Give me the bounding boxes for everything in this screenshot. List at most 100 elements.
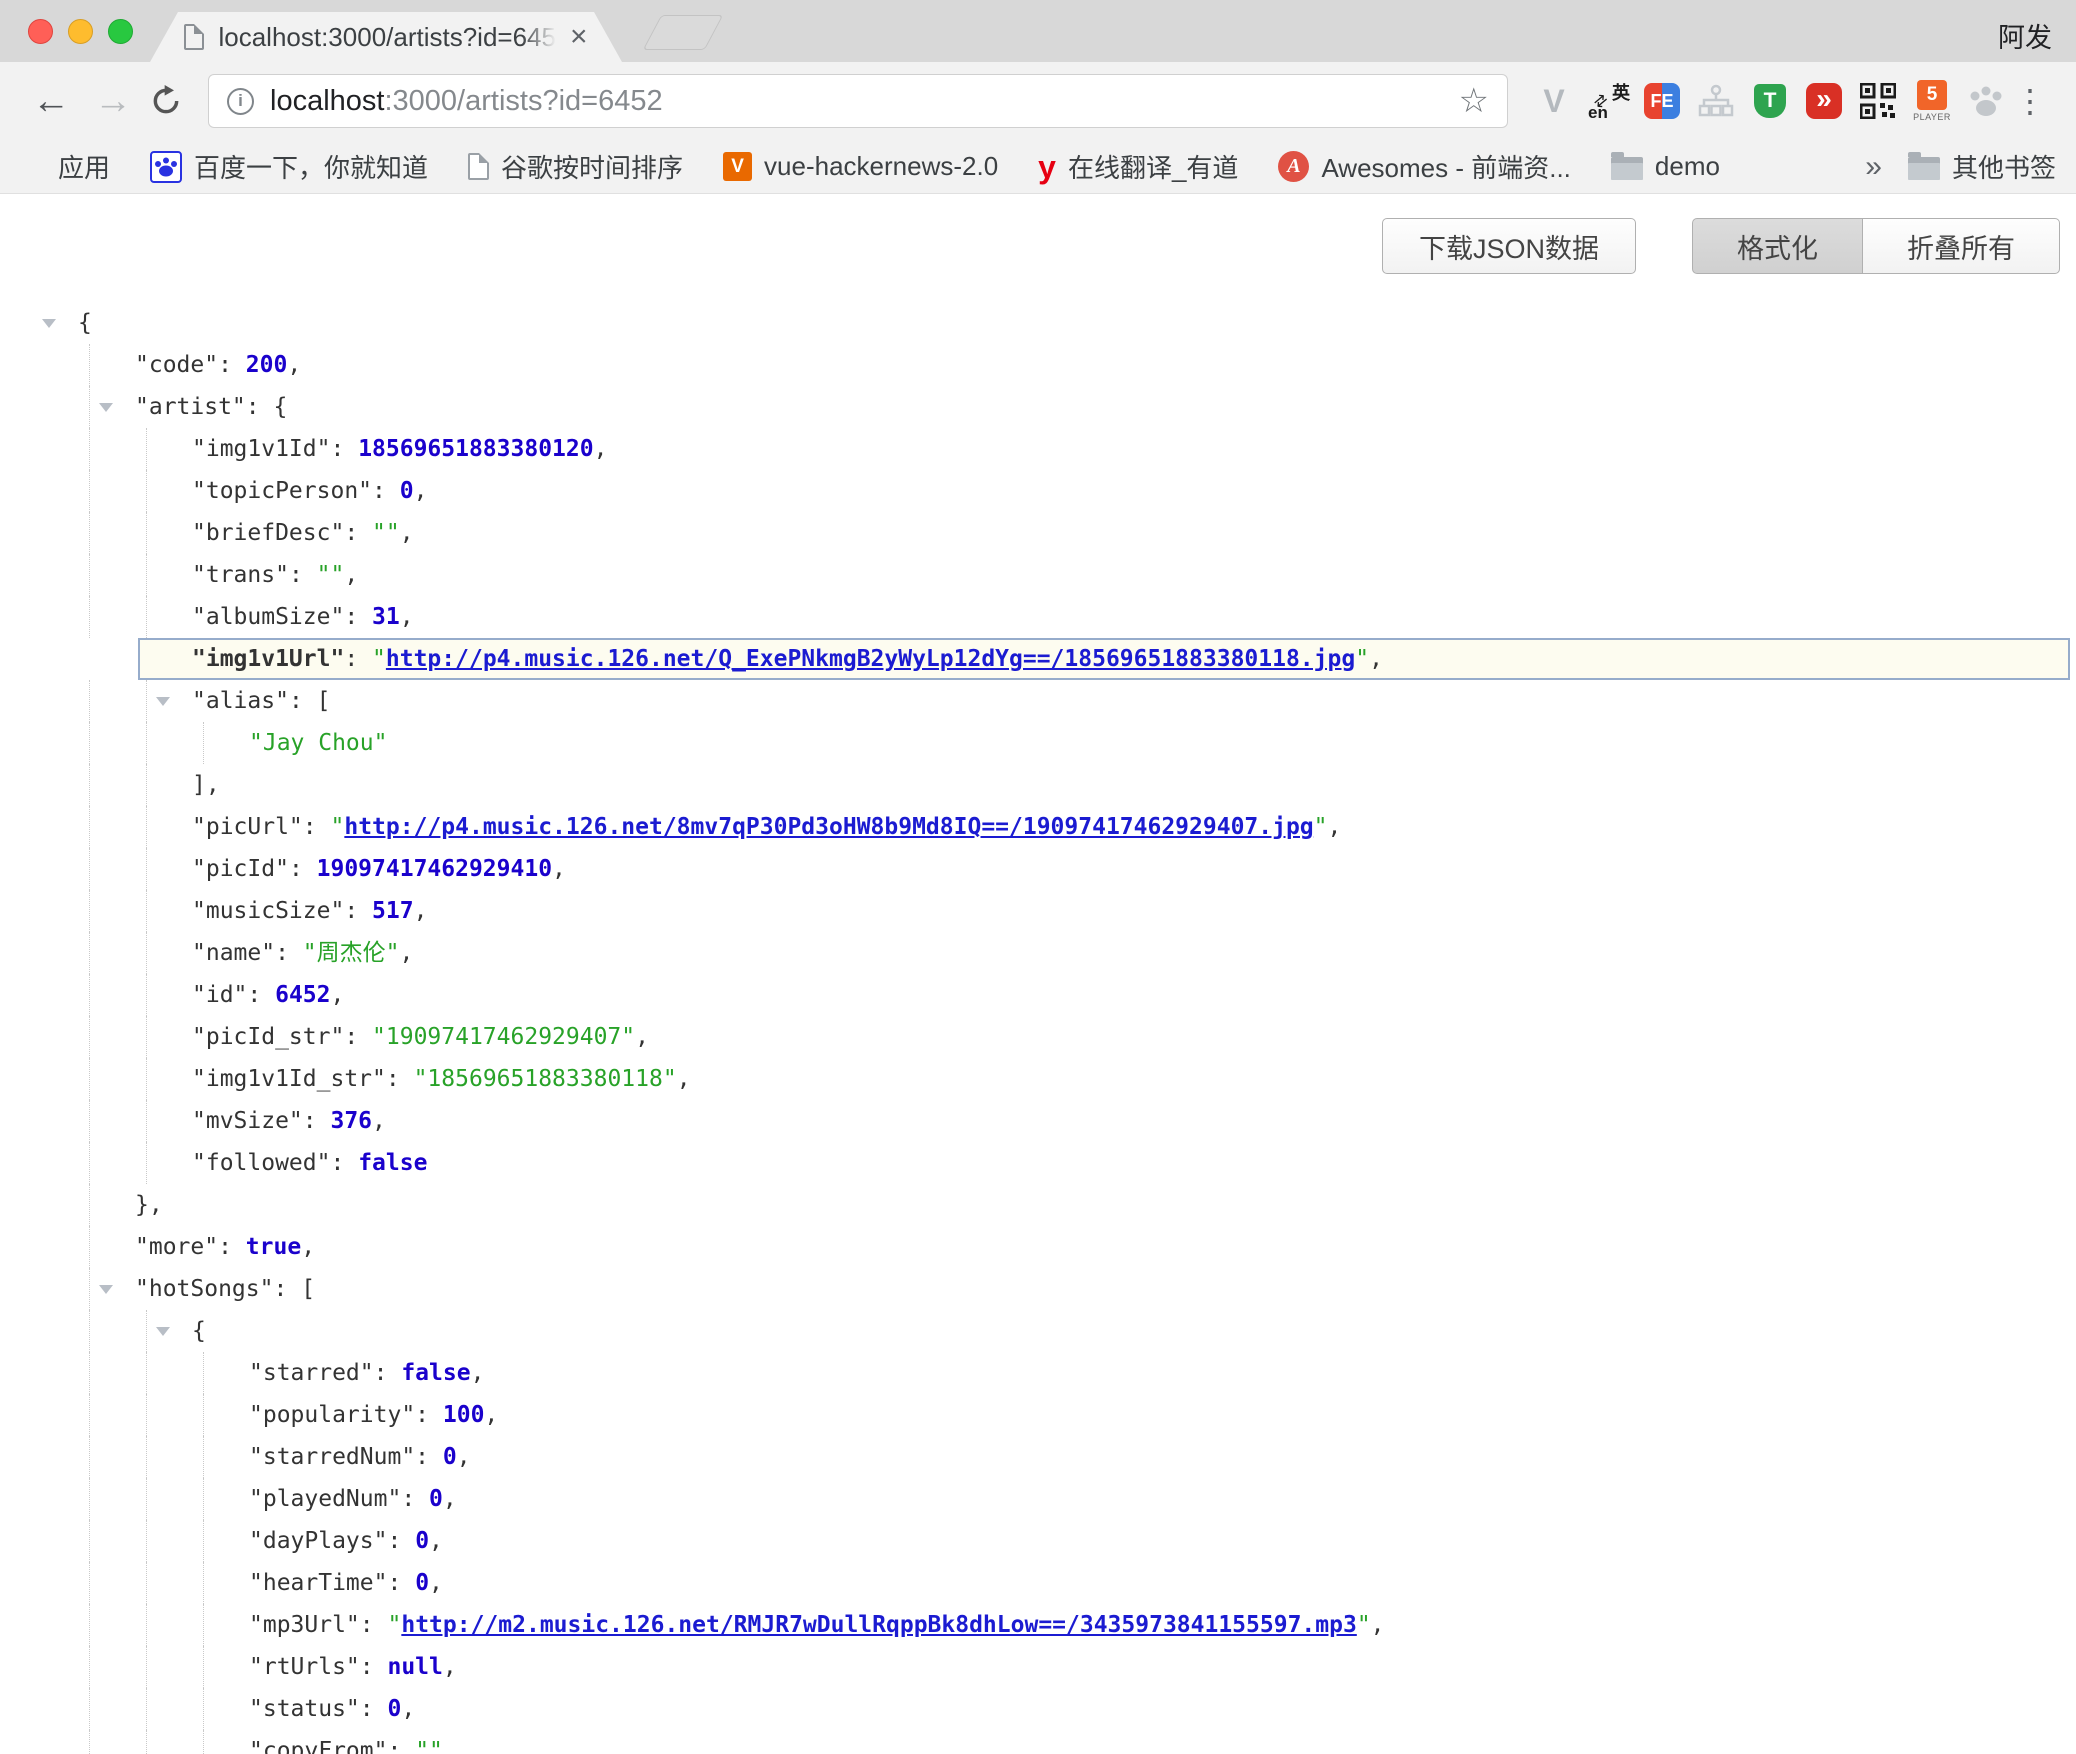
json-text: , bbox=[471, 1360, 485, 1386]
bookmark-demo-folder[interactable]: demo bbox=[1611, 151, 1720, 182]
browser-menu-icon[interactable]: ⋮ bbox=[2008, 82, 2056, 120]
tab-close-icon[interactable]: × bbox=[570, 22, 588, 52]
json-url-link[interactable]: http://p4.music.126.net/Q_ExePNkmgB2yWyL… bbox=[386, 646, 1355, 672]
json-text: , bbox=[287, 352, 301, 378]
collapse-toggle-icon[interactable] bbox=[156, 1327, 170, 1336]
indent-guide bbox=[203, 1562, 204, 1604]
back-icon[interactable]: ← bbox=[20, 82, 82, 120]
json-value: 200 bbox=[246, 352, 288, 378]
collapse-toggle-icon[interactable] bbox=[99, 403, 113, 412]
paw-icon[interactable] bbox=[1964, 77, 2008, 125]
json-text: : bbox=[330, 436, 358, 462]
json-key: "picId_str" bbox=[192, 1024, 344, 1050]
json-row: ], bbox=[0, 764, 2076, 806]
json-text: " bbox=[387, 1612, 401, 1638]
maximize-window-button[interactable] bbox=[108, 19, 133, 44]
json-row: "code": 200, bbox=[0, 344, 2076, 386]
json-row: "albumSize": 31, bbox=[0, 596, 2076, 638]
vue-devtools-icon[interactable]: V bbox=[1532, 77, 1576, 125]
json-row: "trans": "", bbox=[0, 554, 2076, 596]
collapse-toggle-icon[interactable] bbox=[156, 697, 170, 706]
json-key: "playedNum" bbox=[249, 1486, 401, 1512]
json-text: , bbox=[457, 1444, 471, 1470]
bookmark-baidu[interactable]: 百度一下，你就知道 bbox=[150, 148, 428, 185]
url-text: localhost:3000/artists?id=6452 bbox=[270, 85, 1447, 118]
translate-icon[interactable]: 英 ⇄ en bbox=[1586, 77, 1630, 125]
json-row: "picUrl": "http://p4.music.126.net/8mv7q… bbox=[0, 806, 2076, 848]
indent-guide bbox=[89, 1016, 90, 1058]
bookmark-apps[interactable]: 应用 bbox=[20, 148, 110, 185]
json-value: null bbox=[387, 1654, 442, 1680]
indent-guide bbox=[89, 1058, 90, 1100]
json-key: "trans" bbox=[192, 562, 289, 588]
json-text: : bbox=[360, 1654, 388, 1680]
fe-icon[interactable]: FE bbox=[1640, 77, 1684, 125]
indent-guide bbox=[146, 512, 147, 554]
info-icon[interactable]: i bbox=[227, 88, 254, 115]
json-value: 517 bbox=[372, 898, 414, 924]
address-bar[interactable]: i localhost:3000/artists?id=6452 ☆ bbox=[208, 74, 1508, 128]
other-bookmarks-folder[interactable]: 其他书签 bbox=[1908, 148, 2056, 185]
json-key: "img1v1Url" bbox=[192, 646, 344, 672]
collapse-all-button[interactable]: 折叠所有 bbox=[1863, 218, 2060, 274]
json-text: : bbox=[246, 394, 274, 420]
json-key: "briefDesc" bbox=[192, 520, 344, 546]
indent-guide bbox=[203, 1688, 204, 1730]
bookmark-awesomes[interactable]: A Awesomes - 前端资... bbox=[1278, 148, 1570, 185]
json-text: " bbox=[372, 646, 386, 672]
json-value: 0 bbox=[443, 1444, 457, 1470]
indent-guide bbox=[89, 386, 90, 428]
fast-forward-icon[interactable]: » bbox=[1802, 77, 1846, 125]
bookmarks-overflow-icon[interactable]: » bbox=[1865, 150, 1882, 184]
collapse-toggle-icon[interactable] bbox=[99, 1285, 113, 1294]
json-text: : bbox=[344, 604, 372, 630]
json-viewer: {"code": 200,"artist": {"img1v1Id": 1856… bbox=[0, 302, 2076, 1754]
format-button[interactable]: 格式化 bbox=[1692, 218, 1863, 274]
indent-guide bbox=[203, 1604, 204, 1646]
json-value: "Jay Chou" bbox=[249, 730, 387, 756]
json-url-link[interactable]: http://m2.music.126.net/RMJR7wDullRqppBk… bbox=[401, 1612, 1356, 1638]
traffic-lights bbox=[28, 19, 133, 44]
indent-guide bbox=[89, 1142, 90, 1184]
indent-guide bbox=[89, 428, 90, 470]
bookmark-google-time-sort[interactable]: 谷歌按时间排序 bbox=[468, 148, 683, 185]
json-key: "popularity" bbox=[249, 1402, 415, 1428]
indent-guide bbox=[89, 806, 90, 848]
html5-player-icon[interactable]: 5 PLAYER bbox=[1910, 77, 1954, 125]
json-text: , bbox=[414, 478, 428, 504]
json-value: false bbox=[358, 1150, 427, 1176]
profile-button[interactable]: 阿发 bbox=[1998, 16, 2052, 55]
collapse-toggle-icon[interactable] bbox=[42, 319, 56, 328]
json-value: 100 bbox=[443, 1402, 485, 1428]
json-value: 18569651883380120 bbox=[358, 436, 593, 462]
qr-code-icon[interactable] bbox=[1856, 77, 1900, 125]
new-tab-button[interactable] bbox=[643, 15, 724, 50]
json-text: : bbox=[360, 1612, 388, 1638]
json-value: false bbox=[401, 1360, 470, 1386]
tampermonkey-icon[interactable]: T bbox=[1748, 77, 1792, 125]
sitemap-icon[interactable] bbox=[1694, 77, 1738, 125]
json-key: "dayPlays" bbox=[249, 1528, 387, 1554]
baidu-paw-icon bbox=[150, 151, 182, 183]
json-text: " bbox=[1357, 1612, 1371, 1638]
indent-guide bbox=[203, 1394, 204, 1436]
bookmark-youdao-translate[interactable]: y 在线翻译_有道 bbox=[1038, 148, 1238, 185]
json-bracket: }, bbox=[135, 1192, 163, 1218]
indent-guide bbox=[89, 1604, 90, 1646]
json-text: , bbox=[484, 1402, 498, 1428]
minimize-window-button[interactable] bbox=[68, 19, 93, 44]
indent-guide bbox=[89, 512, 90, 554]
bookmark-vue-hackernews[interactable]: V vue-hackernews-2.0 bbox=[723, 151, 998, 182]
indent-guide bbox=[89, 1730, 90, 1754]
json-url-link[interactable]: http://p4.music.126.net/8mv7qP30Pd3oHW8b… bbox=[344, 814, 1313, 840]
json-row: "starred": false, bbox=[0, 1352, 2076, 1394]
close-window-button[interactable] bbox=[28, 19, 53, 44]
vue-icon: V bbox=[723, 152, 752, 181]
download-json-button[interactable]: 下载JSON数据 bbox=[1382, 218, 1636, 274]
json-text: , bbox=[330, 982, 344, 1008]
reload-icon[interactable] bbox=[150, 85, 182, 117]
json-row: "hotSongs": [ bbox=[0, 1268, 2076, 1310]
indent-guide bbox=[89, 1688, 90, 1730]
bookmark-star-icon[interactable]: ☆ bbox=[1459, 81, 1489, 121]
browser-tab[interactable]: localhost:3000/artists?id=645 × bbox=[150, 12, 622, 62]
